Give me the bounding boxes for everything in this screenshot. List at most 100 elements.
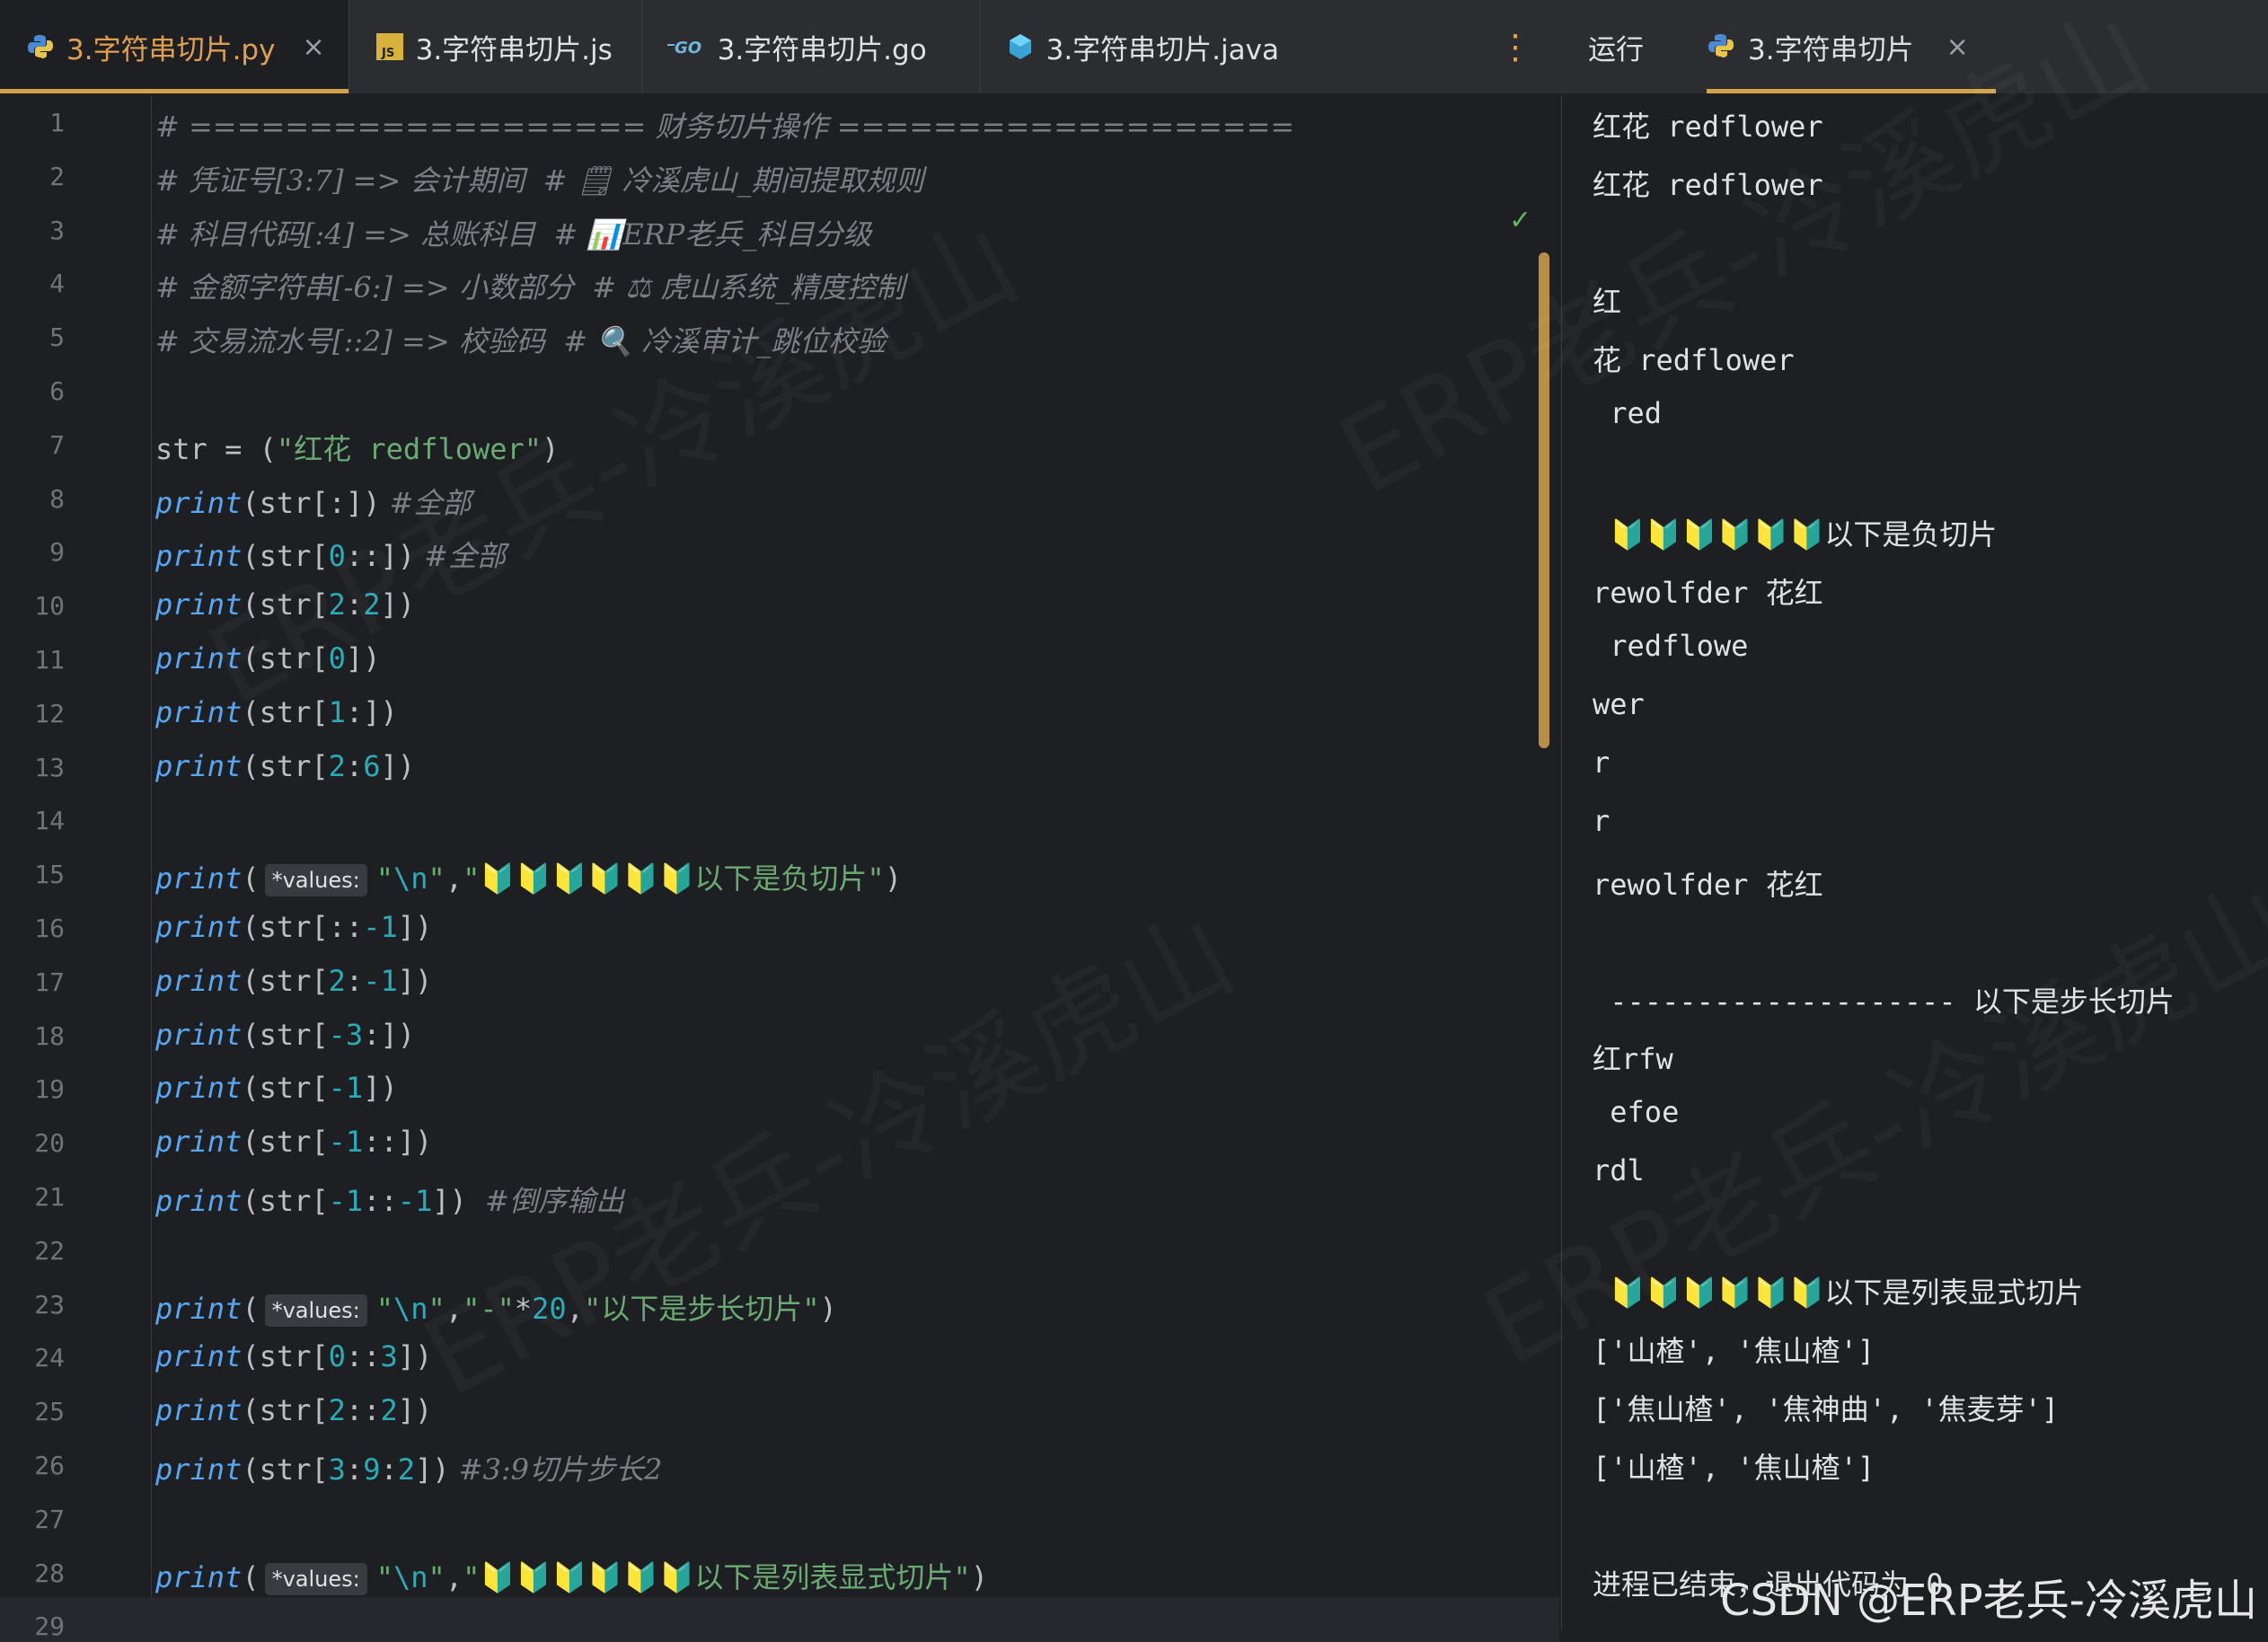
close-icon[interactable]: ×	[1946, 31, 1969, 63]
line-number: 7	[49, 429, 65, 460]
code-line[interactable]: print(str[-1::-1]) #倒序输出	[155, 1179, 624, 1220]
code-number: 0	[328, 539, 346, 574]
code-token: )	[380, 694, 398, 729]
code-line[interactable]: print(str[3:9:2]) #3:9切片步长2	[155, 1447, 662, 1488]
code-number: -1	[363, 910, 398, 944]
tab-label: 3.字符串切片.py	[66, 33, 276, 66]
code-line[interactable]: print(*values: "\n","🔰🔰🔰🔰🔰🔰以下是列表显式切片")	[155, 1555, 988, 1596]
code-string: "	[428, 861, 446, 896]
close-icon[interactable]: ×	[302, 31, 324, 63]
code-line[interactable]: str = ("红花 redflower")	[155, 427, 559, 468]
code-token: ]	[380, 587, 398, 622]
code-escape: \n	[393, 1291, 428, 1326]
code-function: print	[155, 861, 243, 896]
code-line[interactable]: print(str[-1::])	[155, 1125, 432, 1159]
console-output-line: 红花 redflower	[1593, 110, 1823, 144]
tab-label: 3.字符串切片.js	[415, 33, 613, 66]
code-token: :	[345, 1452, 364, 1487]
console-output-line: r	[1593, 745, 1611, 780]
console-output-line: ['山楂', '焦山楂']	[1593, 1333, 1875, 1368]
code-token: *	[514, 1291, 533, 1326]
code-line[interactable]: # 金额字符串[-6:] => 小数部分 # ⚖ 虎山系统_精度控制	[155, 265, 905, 306]
code-string: "🔰🔰🔰🔰🔰🔰以下是列表显式切片"	[463, 1559, 971, 1594]
code-number: 20	[532, 1291, 567, 1326]
code-token: ::	[363, 1184, 398, 1218]
code-number: 2	[328, 587, 346, 622]
tab-go-file[interactable]: GO 3.字符串切片.go	[642, 0, 980, 93]
tab-java-file[interactable]: 3.字符串切片.java	[980, 0, 1411, 93]
code-token: )	[414, 1393, 433, 1428]
code-number: 6	[363, 748, 381, 783]
console-output-line: 红rfw	[1593, 1042, 1673, 1077]
code-token: (	[242, 910, 260, 944]
code-token: ]	[397, 1339, 415, 1374]
code-line[interactable]: print(str[0::3])	[155, 1339, 432, 1373]
code-token: (	[242, 539, 260, 574]
code-function: print	[155, 1071, 243, 1106]
inspection-ok-icon: ✓	[1511, 201, 1530, 237]
code-line[interactable]: print(str[-3:])	[155, 1018, 415, 1052]
code-comment: # =================== 财务切片操作 ===========…	[155, 110, 1295, 144]
code-comment: #全部	[414, 539, 506, 574]
code-function: print	[155, 1125, 243, 1160]
code-editor[interactable]: 1 # =================== 财务切片操作 ==========…	[0, 95, 1559, 1642]
code-line[interactable]: print(str[2::2])	[155, 1393, 432, 1427]
tab-label: 3.字符串切片.go	[717, 33, 927, 66]
code-token: (	[259, 431, 277, 466]
line-number: 1	[49, 108, 65, 137]
code-line[interactable]: # 科目代码[:4] => 总账科目 # 📊ERP老兵_科目分级	[155, 212, 871, 253]
code-string: "	[428, 1559, 446, 1594]
editor-scrollbar[interactable]	[1539, 252, 1549, 748]
code-token: str[	[259, 641, 329, 675]
code-line[interactable]: print(str[0::]) #全部	[155, 534, 506, 575]
code-line[interactable]: print(str[2:-1])	[155, 964, 432, 998]
code-number: 2	[397, 1452, 415, 1487]
code-line[interactable]: print(*values: "\n","-"*20,"以下是步长切片")	[155, 1286, 837, 1328]
code-number: 2	[380, 1393, 398, 1428]
code-line[interactable]: print(str[:]) #全部	[155, 481, 471, 522]
run-tab[interactable]: 3.字符串切片 ×	[1707, 0, 1996, 93]
line-number: 9	[49, 537, 65, 568]
code-line[interactable]: print(str[1:])	[155, 695, 398, 729]
code-token: :	[345, 963, 364, 998]
code-line[interactable]: print(*values: "\n","🔰🔰🔰🔰🔰🔰以下是负切片")	[155, 856, 902, 897]
code-function: print	[155, 963, 243, 998]
tab-python-file[interactable]: 3.字符串切片.py ×	[0, 0, 349, 93]
code-token: ::]	[363, 1125, 415, 1160]
code-line[interactable]: print(str[::-1])	[155, 910, 432, 944]
code-line[interactable]: print(str[0])	[155, 641, 380, 675]
line-number: 14	[34, 806, 65, 836]
more-tabs-icon[interactable]: ⋮	[1498, 27, 1532, 66]
code-function: print	[155, 1559, 243, 1594]
console-output-line: red	[1593, 395, 1663, 430]
code-token: str[	[259, 1125, 329, 1160]
code-token: ]	[380, 748, 398, 783]
code-line[interactable]: # 凭证号[3:7] => 会计期间 # 🗒 冷溪虎山_期间提取规则	[155, 158, 924, 199]
code-function: print	[155, 1452, 243, 1487]
line-number: 22	[34, 1235, 65, 1266]
code-token: (	[242, 1393, 260, 1428]
code-token: (	[242, 641, 260, 675]
console-output-line: redflowe	[1593, 629, 1749, 664]
code-number: 3	[328, 1452, 346, 1487]
console-output-line: ['焦山楂', '焦神曲', '焦麦芽']	[1593, 1391, 2060, 1426]
code-comment: #全部	[380, 485, 472, 520]
code-token: :	[380, 1452, 398, 1487]
run-console[interactable]: 红花 redflower 红花 redflower 红花 redflower red…	[1561, 95, 2268, 1630]
line-number: 15	[34, 860, 65, 890]
code-line[interactable]: print(str[-1])	[155, 1071, 398, 1105]
run-label: 运行	[1588, 33, 1644, 66]
code-token: )	[414, 1125, 433, 1160]
code-token: (	[242, 587, 260, 622]
code-line[interactable]: print(str[2:6])	[155, 749, 415, 783]
code-line[interactable]: print(str[2:2])	[155, 587, 415, 622]
code-token: (	[242, 963, 260, 998]
code-line[interactable]: # =================== 财务切片操作 ===========…	[155, 104, 1294, 146]
code-line[interactable]: # 交易流水号[::2] => 校验码 # 🔍 冷溪审计_跳位校验	[155, 319, 886, 360]
code-token: str[	[259, 1071, 329, 1106]
line-number: 23	[34, 1289, 65, 1320]
tab-js-file[interactable]: JS 3.字符串切片.js	[349, 0, 642, 93]
code-token: ::	[345, 1339, 381, 1374]
line-number: 25	[34, 1397, 65, 1427]
code-number: 0	[328, 1339, 346, 1374]
